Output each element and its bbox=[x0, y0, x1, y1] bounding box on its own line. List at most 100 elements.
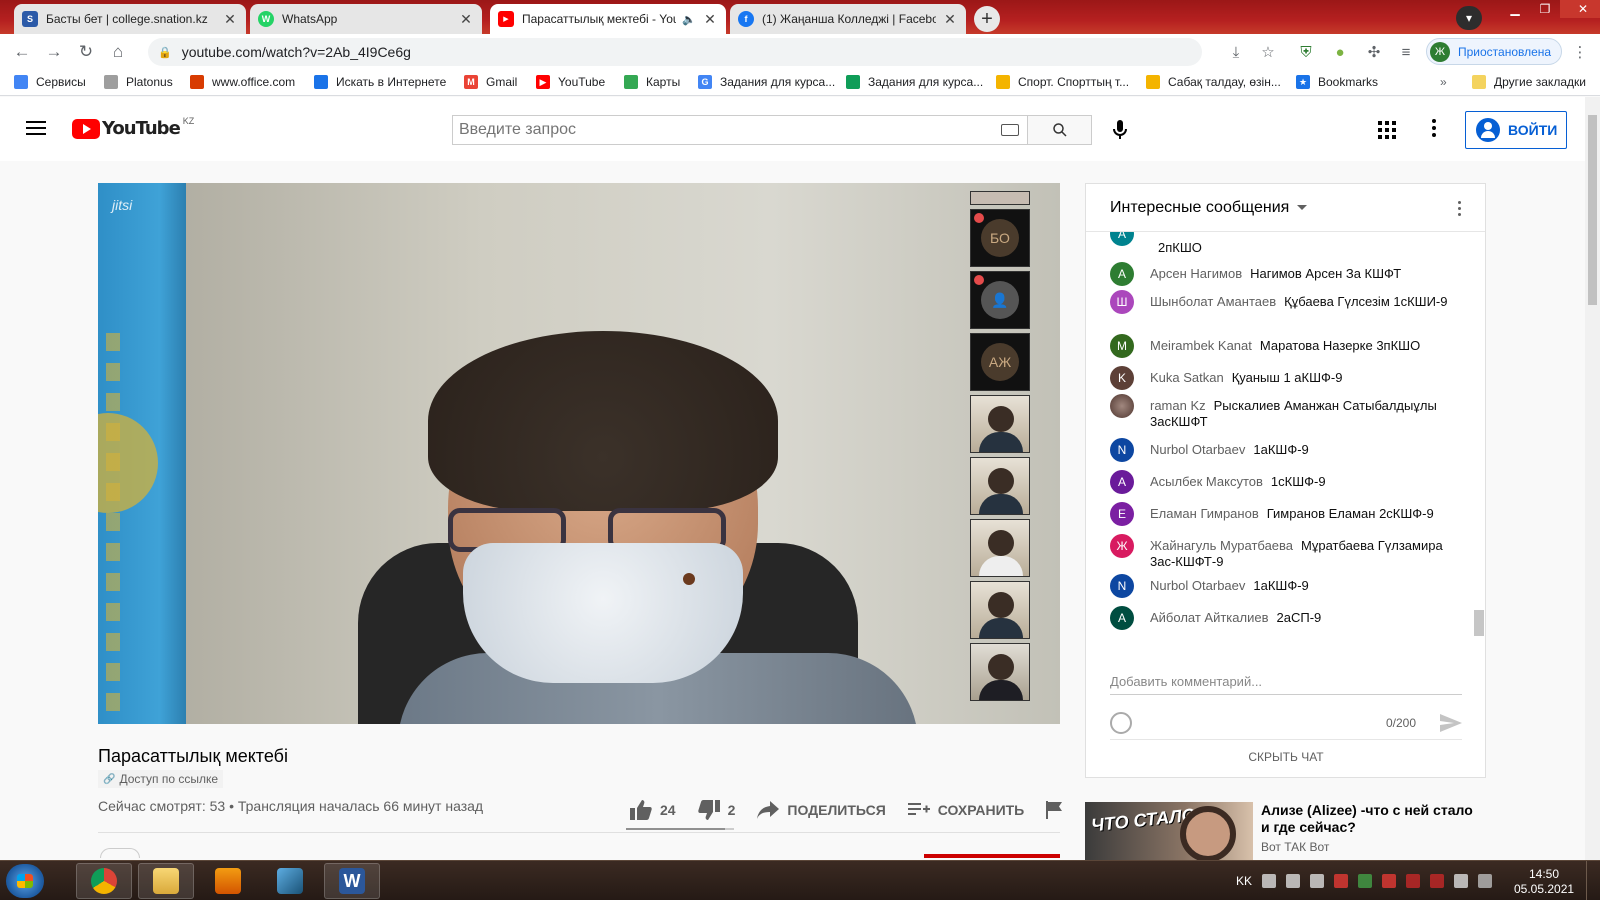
author-avatar[interactable]: Ж bbox=[1110, 534, 1134, 558]
tray-icon[interactable] bbox=[1334, 874, 1349, 888]
flag-notification-icon[interactable] bbox=[1454, 874, 1469, 888]
restore-button[interactable]: ❐ bbox=[1530, 0, 1560, 18]
bookmark-gmail[interactable]: M Gmail bbox=[464, 75, 517, 89]
bookmark-maps[interactable]: Карты bbox=[624, 75, 680, 89]
bookmark-course-tasks-2[interactable]: Задания для курса... bbox=[846, 75, 983, 89]
recommended-thumbnail[interactable]: ЧТО СТАЛО bbox=[1085, 802, 1253, 860]
taskbar-word[interactable]: W bbox=[324, 863, 380, 899]
recommended-video[interactable]: ЧТО СТАЛО Ализе (Alizee) -что с ней стал… bbox=[1085, 802, 1485, 860]
recommended-title[interactable]: Ализе (Alizee) -что с ней стало и где се… bbox=[1261, 802, 1485, 836]
new-tab-button[interactable]: + bbox=[974, 6, 1000, 32]
bookmark-lesson[interactable]: Сабақ талдау, өзін... bbox=[1146, 75, 1281, 89]
tray-icon[interactable] bbox=[1430, 874, 1445, 888]
report-button[interactable] bbox=[1046, 801, 1070, 819]
speaker-icon[interactable]: 🔈 bbox=[682, 13, 696, 26]
bookmark-course-tasks-1[interactable]: G Задания для курса... bbox=[698, 75, 835, 89]
chevron-down-icon[interactable] bbox=[1297, 205, 1308, 210]
browser-menu-icon[interactable]: ⋮ bbox=[1570, 42, 1590, 62]
send-button[interactable] bbox=[1440, 714, 1462, 737]
participant-thumbnail[interactable] bbox=[970, 643, 1030, 701]
back-icon[interactable]: ← bbox=[10, 40, 34, 64]
browser-tab-facebook[interactable]: f (1) Жаңанша Колледжі | Facebook ✕ bbox=[730, 4, 966, 34]
extension-shield-icon[interactable]: ⛨ bbox=[1296, 42, 1316, 62]
taskbar-app[interactable] bbox=[262, 863, 318, 899]
like-button[interactable]: 24 bbox=[630, 800, 676, 820]
participant-thumbnail[interactable] bbox=[970, 457, 1030, 515]
bookmark-youtube[interactable]: ▶ YouTube bbox=[536, 75, 605, 89]
bookmark-bookmarks[interactable]: ★ Bookmarks bbox=[1296, 75, 1378, 89]
chat-scrollbar[interactable] bbox=[1474, 232, 1484, 642]
browser-tab-whatsapp[interactable]: W WhatsApp ✕ bbox=[250, 4, 482, 34]
show-desktop-button[interactable] bbox=[1586, 861, 1600, 900]
apps-grid-icon[interactable] bbox=[1378, 121, 1396, 139]
reload-icon[interactable]: ↻ bbox=[74, 40, 98, 64]
author-avatar[interactable] bbox=[1110, 394, 1134, 418]
bookmark-apps[interactable]: Сервисы bbox=[14, 75, 86, 89]
search-button[interactable] bbox=[1028, 115, 1092, 145]
tray-icon[interactable] bbox=[1382, 874, 1397, 888]
language-indicator[interactable]: KK bbox=[1236, 874, 1252, 888]
close-icon[interactable]: ✕ bbox=[222, 11, 238, 28]
author-avatar[interactable]: K bbox=[1110, 366, 1134, 390]
minimize-button[interactable]: ▁ bbox=[1500, 0, 1530, 18]
search-input[interactable] bbox=[459, 121, 979, 139]
participant-thumbnail[interactable] bbox=[970, 581, 1030, 639]
author-avatar[interactable]: А bbox=[1110, 262, 1134, 286]
close-icon[interactable]: ✕ bbox=[702, 11, 718, 28]
start-button[interactable] bbox=[6, 864, 44, 898]
author-avatar[interactable]: N bbox=[1110, 438, 1134, 462]
chat-more-icon[interactable] bbox=[1458, 201, 1461, 216]
bookmark-platonus[interactable]: Platonus bbox=[104, 75, 173, 89]
settings-more-icon[interactable] bbox=[1432, 119, 1436, 137]
search-box[interactable] bbox=[452, 115, 1028, 145]
install-icon[interactable]: ⤓ bbox=[1226, 42, 1246, 62]
participant-thumbnail[interactable] bbox=[970, 191, 1030, 205]
keyboard-icon[interactable] bbox=[1001, 124, 1019, 136]
author-avatar[interactable]: А bbox=[1110, 606, 1134, 630]
close-icon[interactable]: ✕ bbox=[458, 11, 474, 28]
video-player[interactable]: jitsi БО 👤 АЖ bbox=[98, 183, 1060, 724]
bookmark-sport[interactable]: Спорт. Спорттың т... bbox=[996, 75, 1129, 89]
save-button[interactable]: СОХРАНИТЬ bbox=[907, 802, 1024, 818]
close-icon[interactable]: ✕ bbox=[942, 11, 958, 28]
window-close-button[interactable]: ✕ bbox=[1560, 0, 1600, 18]
bookmarks-overflow-icon[interactable]: » bbox=[1440, 75, 1447, 89]
taskbar-explorer[interactable] bbox=[138, 863, 194, 899]
subscribe-button[interactable] bbox=[924, 854, 1060, 858]
author-avatar[interactable]: А bbox=[1110, 470, 1134, 494]
profile-button[interactable]: Ж Приостановлена bbox=[1426, 38, 1562, 65]
author-avatar[interactable]: А bbox=[1110, 232, 1134, 246]
share-button[interactable]: ПОДЕЛИТЬСЯ bbox=[757, 801, 886, 819]
youtube-logo[interactable]: YouTube KZ bbox=[72, 116, 194, 139]
forward-icon[interactable]: → bbox=[42, 40, 66, 64]
voice-search-button[interactable] bbox=[1105, 115, 1135, 145]
participant-thumbnail[interactable]: 👤 bbox=[970, 271, 1030, 329]
comment-input[interactable]: Добавить комментарий... bbox=[1110, 674, 1462, 695]
author-avatar[interactable]: N bbox=[1110, 574, 1134, 598]
participant-thumbnail[interactable] bbox=[970, 519, 1030, 577]
author-avatar[interactable]: Е bbox=[1110, 502, 1134, 526]
emoji-icon[interactable] bbox=[1110, 712, 1132, 734]
taskbar-chrome[interactable] bbox=[76, 863, 132, 899]
browser-tab-youtube[interactable]: ▶ Парасаттылық мектебі - YouTube 🔈 ✕ bbox=[490, 4, 726, 34]
bookmark-search[interactable]: Искать в Интернете bbox=[314, 75, 446, 89]
recommended-channel[interactable]: Вот ТАК Вот bbox=[1261, 840, 1329, 854]
home-icon[interactable]: ⌂ bbox=[106, 40, 130, 64]
system-clock[interactable]: 14:50 05.05.2021 bbox=[1514, 867, 1574, 897]
tray-icon[interactable] bbox=[1358, 874, 1373, 888]
chat-mode-dropdown[interactable]: Интересные сообщения bbox=[1110, 199, 1289, 217]
sign-in-button[interactable]: ВОЙТИ bbox=[1465, 111, 1567, 149]
bookmark-office[interactable]: www.office.com bbox=[190, 75, 295, 89]
tray-icon[interactable] bbox=[1286, 874, 1301, 888]
extension-circle-icon[interactable]: ● bbox=[1330, 42, 1350, 62]
extensions-puzzle-icon[interactable]: ✣ bbox=[1364, 42, 1384, 62]
hamburger-menu-icon[interactable] bbox=[26, 121, 46, 135]
participant-thumbnail[interactable] bbox=[970, 395, 1030, 453]
browser-tab-college[interactable]: S Басты бет | college.snation.kz ✕ bbox=[14, 4, 246, 34]
author-avatar[interactable]: M bbox=[1110, 334, 1134, 358]
hide-chat-button[interactable]: СКРЫТЬ ЧАТ bbox=[1110, 739, 1462, 764]
star-icon[interactable]: ☆ bbox=[1258, 42, 1278, 62]
author-avatar[interactable]: Ш bbox=[1110, 290, 1134, 314]
participant-thumbnail[interactable]: БО bbox=[970, 209, 1030, 267]
tab-search-button[interactable]: ▾ bbox=[1456, 6, 1482, 30]
